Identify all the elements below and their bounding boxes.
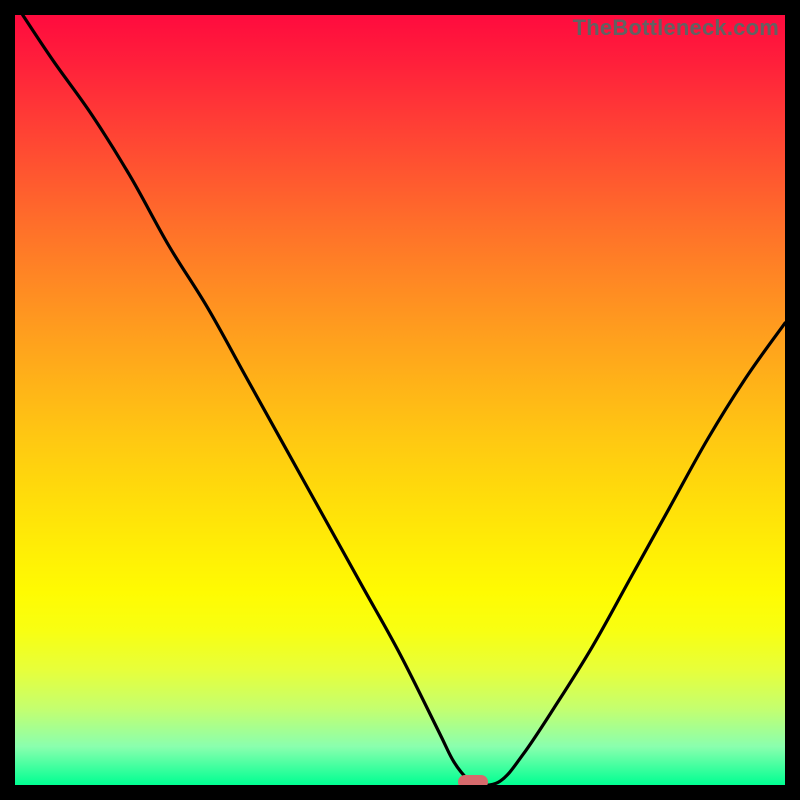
bottleneck-curve	[15, 15, 785, 785]
plot-area: TheBottleneck.com	[15, 15, 785, 785]
minimum-marker	[458, 775, 488, 785]
watermark-text: TheBottleneck.com	[573, 15, 779, 41]
chart-frame: TheBottleneck.com	[0, 0, 800, 800]
